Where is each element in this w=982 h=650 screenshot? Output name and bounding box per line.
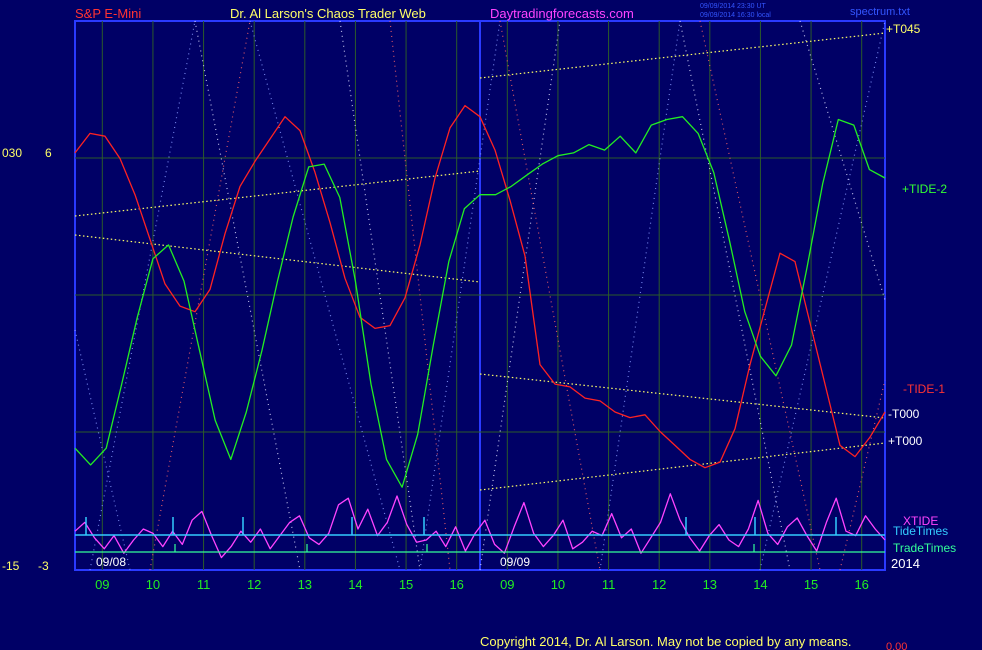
x-tick-label: 11 (602, 577, 616, 592)
x-tick-labels: 09 10 11 12 13 14 15 16 09 10 11 12 13 14 15 16 (95, 577, 869, 592)
x-tick-label: 14 (348, 577, 362, 592)
x-tick-label: 14 (753, 577, 767, 592)
x-tick-label: 15 (804, 577, 818, 592)
x-tick-label: 16 (449, 577, 463, 592)
channel-line (479, 32, 886, 79)
x-tick-label: 11 (197, 577, 211, 592)
chart-svg: S&P E-Mini Dr. Al Larson's Chaos Trader … (2, 3, 956, 650)
x-tick-label: 10 (551, 577, 565, 592)
label-t000-neg: -T000 (888, 407, 920, 421)
site-title: Dr. Al Larson's Chaos Trader Web (230, 6, 426, 21)
y-bottom-left: -15 (2, 559, 20, 573)
chart-canvas: S&P E-Mini Dr. Al Larson's Chaos Trader … (0, 0, 982, 650)
label-t000-pos: +T000 (888, 434, 923, 448)
date-label-1: 09/08 (96, 555, 126, 569)
label-tide1: -TIDE-1 (903, 382, 945, 396)
x-tick-label: 09 (95, 577, 109, 592)
y-top-left: 030 (2, 146, 22, 160)
x-tick-label: 16 (854, 577, 868, 592)
x-tick-label: 15 (399, 577, 413, 592)
channel-line (74, 234, 481, 283)
x-tick-label: 12 (247, 577, 261, 592)
label-tradetimes: TradeTimes (893, 541, 956, 555)
x-tick-label: 12 (652, 577, 666, 592)
site-link[interactable]: Daytradingforecasts.com (490, 6, 634, 21)
channel-line (74, 170, 481, 217)
x-tick-label: 13 (703, 577, 717, 592)
label-t045: +T045 (886, 22, 921, 36)
label-tidetimes: TideTimes (893, 524, 948, 538)
timestamp-1: 09/09/2014 23:30 UT (700, 3, 766, 10)
cycle-dotted-line (799, 20, 886, 301)
y-top-right: 6 (45, 146, 52, 160)
copyright-value: 0.00 (886, 641, 907, 650)
file-label: spectrum.txt (850, 6, 910, 18)
date-label-2: 09/09 (500, 555, 530, 569)
label-year: 2014 (891, 556, 920, 571)
label-tide2: +TIDE-2 (902, 182, 947, 196)
timestamp-2: 09/09/2014 16:30 local (700, 12, 771, 19)
symbol-label: S&P E-Mini (75, 6, 141, 21)
copyright: Copyright 2014, Dr. Al Larson. May not b… (480, 634, 851, 649)
x-tick-label: 13 (298, 577, 312, 592)
channel-line (479, 442, 886, 491)
cycle-dotted-line (839, 379, 886, 571)
x-tick-label: 09 (500, 577, 514, 592)
x-tick-label: 10 (146, 577, 160, 592)
y-bottom-right: -3 (38, 559, 49, 573)
